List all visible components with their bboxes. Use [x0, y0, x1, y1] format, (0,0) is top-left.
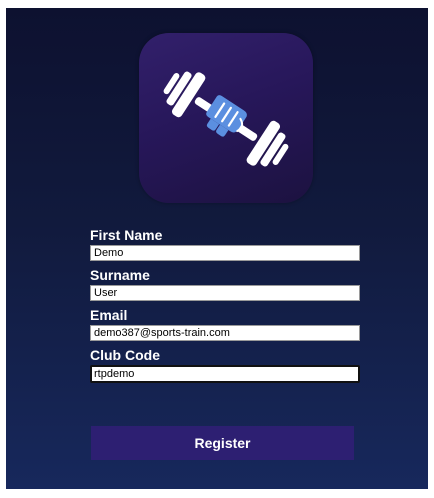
app-logo	[139, 33, 313, 203]
surname-label: Surname	[90, 267, 150, 283]
registration-form: First Name Surname Email Club Code	[90, 227, 362, 383]
dumbbell-icon	[163, 71, 289, 167]
club-code-label: Club Code	[90, 347, 160, 363]
register-button[interactable]: Register	[91, 426, 354, 460]
first-name-label: First Name	[90, 227, 163, 243]
club-code-input[interactable]	[90, 365, 360, 383]
email-input[interactable]	[90, 325, 360, 341]
register-screen: First Name Surname Email Club Code Regis…	[6, 8, 428, 489]
surname-input[interactable]	[90, 285, 360, 301]
email-label: Email	[90, 307, 128, 323]
first-name-input[interactable]	[90, 245, 360, 261]
